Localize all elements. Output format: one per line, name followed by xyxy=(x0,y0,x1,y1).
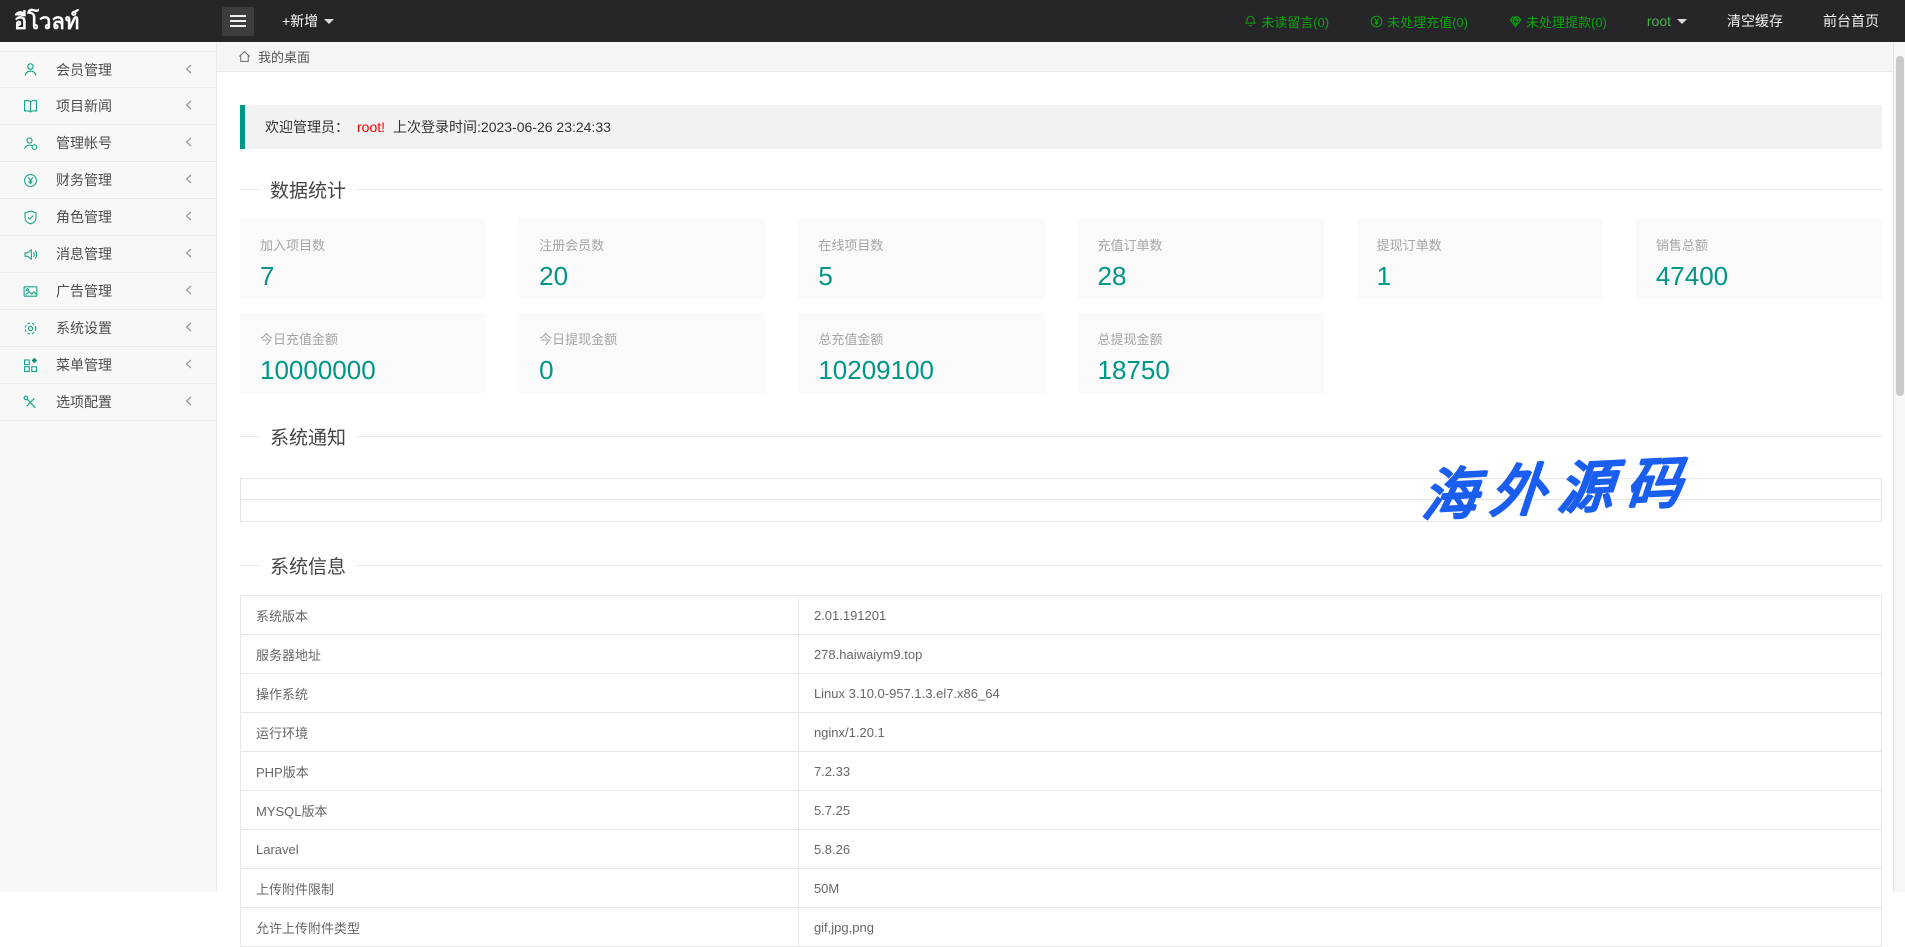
chevron-left-icon xyxy=(184,393,194,411)
stats-grid: 加入项目数 7 注册会员数 20 在线项目数 5 充值订单数 28 提现订单数 … xyxy=(240,219,1882,393)
pending-recharge-link[interactable]: 未处理充值(0) xyxy=(1369,12,1468,31)
info-row-mysql-version: MYSQL版本 5.7.25 xyxy=(241,791,1882,830)
info-row-upload-types: 允许上传附件类型 gif,jpg,png xyxy=(241,908,1882,947)
grid-icon xyxy=(21,356,39,374)
info-row-runtime: 运行环境 nginx/1.20.1 xyxy=(241,713,1882,752)
user-icon xyxy=(21,61,39,79)
sidebar-item-messages[interactable]: 消息管理 xyxy=(0,236,216,273)
user-badge-icon xyxy=(21,134,39,152)
stat-card-joined-projects: 加入项目数 7 xyxy=(240,219,486,299)
stats-section-title: 数据统计 xyxy=(260,176,356,203)
welcome-username: root! xyxy=(357,119,385,135)
chevron-left-icon xyxy=(184,208,194,226)
tools-icon xyxy=(21,393,39,411)
hamburger-menu-icon[interactable] xyxy=(222,7,254,36)
yen-circle-icon xyxy=(21,171,39,189)
chevron-left-icon xyxy=(184,282,194,300)
sidebar-item-ads[interactable]: 广告管理 xyxy=(0,273,216,310)
user-menu[interactable]: root xyxy=(1647,13,1687,29)
info-row-server-address: 服务器地址 278.haiwaiym9.top xyxy=(241,635,1882,674)
clear-cache-button[interactable]: 清空缓存 xyxy=(1727,11,1783,31)
book-icon xyxy=(21,97,39,115)
stat-card-withdraw-orders: 提现订单数 1 xyxy=(1357,219,1603,299)
stat-card-total-withdraw: 总提现金额 18750 xyxy=(1078,313,1324,393)
front-home-link[interactable]: 前台首页 xyxy=(1823,11,1879,31)
info-section-title: 系统信息 xyxy=(260,552,356,579)
username: root xyxy=(1647,13,1671,29)
stat-card-total-sales: 销售总额 47400 xyxy=(1636,219,1882,299)
welcome-banner: 欢迎管理员： root! 上次登录时间:2023-06-26 23:24:33 xyxy=(240,105,1882,149)
stat-card-total-recharge: 总充值金额 10209100 xyxy=(798,313,1044,393)
top-bar: อีโวลท์ +新增 未读留言(0) 未处理充值(0) 未处理提款(0) ro… xyxy=(0,0,1905,42)
notice-section-title: 系统通知 xyxy=(260,423,356,450)
vertical-scrollbar[interactable] xyxy=(1893,42,1905,892)
image-icon xyxy=(21,282,39,300)
scrollbar-thumb[interactable] xyxy=(1896,56,1904,396)
stat-card-recharge-orders: 充值订单数 28 xyxy=(1078,219,1324,299)
app-logo: อีโวลท์ xyxy=(0,4,217,39)
stat-card-registered-members: 注册会员数 20 xyxy=(519,219,765,299)
stat-card-online-projects: 在线项目数 5 xyxy=(798,219,1044,299)
sidebar: 会员管理 项目新闻 管理帐号 财务管理 角色管理 消息管理 广告管理 系统设置 xyxy=(0,42,217,892)
sidebar-item-project-news[interactable]: 项目新闻 xyxy=(0,88,216,125)
stat-card-today-recharge: 今日充值金额 10000000 xyxy=(240,313,486,393)
caret-down-icon xyxy=(1677,19,1687,29)
gem-icon xyxy=(1508,14,1523,29)
add-new-dropdown[interactable]: +新增 xyxy=(282,11,334,31)
add-new-label: +新增 xyxy=(282,11,318,31)
info-row-system-version: 系统版本 2.01.191201 xyxy=(241,596,1882,635)
info-row-upload-limit: 上传附件限制 50M xyxy=(241,869,1882,908)
info-row-laravel: Laravel 5.8.26 xyxy=(241,830,1882,869)
caret-down-icon xyxy=(324,19,334,29)
breadcrumb-label[interactable]: 我的桌面 xyxy=(258,47,310,66)
chevron-left-icon xyxy=(184,61,194,79)
sidebar-item-system-settings[interactable]: 系统设置 xyxy=(0,310,216,347)
unread-messages-link[interactable]: 未读留言(0) xyxy=(1243,12,1329,31)
notice-row xyxy=(240,478,1882,500)
home-icon[interactable] xyxy=(237,49,252,64)
info-row-os: 操作系统 Linux 3.10.0-957.1.3.el7.x86_64 xyxy=(241,674,1882,713)
pending-withdrawal-link[interactable]: 未处理提款(0) xyxy=(1508,12,1607,31)
topbar-right-nav: 未读留言(0) 未处理充值(0) 未处理提款(0) root 清空缓存 前台首页 xyxy=(1243,11,1905,31)
last-login-time: 上次登录时间:2023-06-26 23:24:33 xyxy=(393,117,611,137)
chevron-left-icon xyxy=(184,356,194,374)
info-row-php-version: PHP版本 7.2.33 xyxy=(241,752,1882,791)
stat-card-today-withdraw: 今日提现金额 0 xyxy=(519,313,765,393)
system-info-table: 系统版本 2.01.191201 服务器地址 278.haiwaiym9.top… xyxy=(240,595,1882,947)
dashboard-content: 欢迎管理员： root! 上次登录时间:2023-06-26 23:24:33 … xyxy=(217,72,1905,947)
bell-icon xyxy=(1243,14,1258,29)
gear-icon xyxy=(21,319,39,337)
sidebar-item-finance[interactable]: 财务管理 xyxy=(0,162,216,199)
sidebar-item-menus[interactable]: 菜单管理 xyxy=(0,347,216,384)
sidebar-item-members[interactable]: 会员管理 xyxy=(0,51,216,88)
sidebar-item-admin-accounts[interactable]: 管理帐号 xyxy=(0,125,216,162)
notice-list xyxy=(240,478,1882,522)
chevron-left-icon xyxy=(184,319,194,337)
chevron-left-icon xyxy=(184,134,194,152)
sidebar-item-options[interactable]: 选项配置 xyxy=(0,384,216,421)
yen-circle-icon xyxy=(1369,14,1384,29)
chevron-left-icon xyxy=(184,245,194,263)
sidebar-item-roles[interactable]: 角色管理 xyxy=(0,199,216,236)
chevron-left-icon xyxy=(184,97,194,115)
main-area: 我的桌面 欢迎管理员： root! 上次登录时间:2023-06-26 23:2… xyxy=(217,42,1905,892)
breadcrumb: 我的桌面 xyxy=(217,42,1905,72)
shield-check-icon xyxy=(21,208,39,226)
chevron-left-icon xyxy=(184,171,194,189)
notice-row xyxy=(240,500,1882,522)
stats-section-header: 数据统计 xyxy=(240,176,1882,203)
info-section-header: 系统信息 xyxy=(240,552,1882,579)
notice-section-header: 系统通知 xyxy=(240,423,1882,450)
speaker-icon xyxy=(21,245,39,263)
